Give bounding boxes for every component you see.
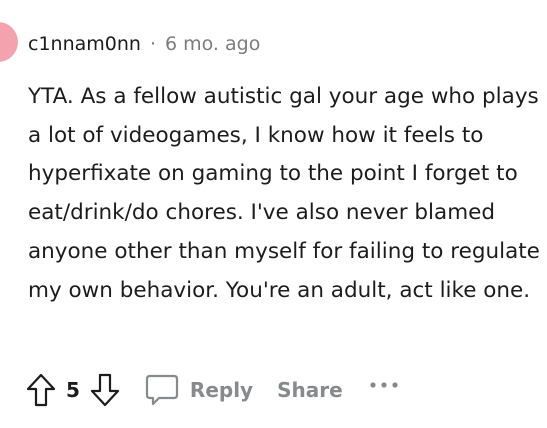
upvote-button[interactable] [24, 370, 58, 410]
avatar[interactable] [0, 22, 18, 62]
share-button[interactable]: Share [277, 378, 343, 402]
author-username[interactable]: c1nnam0nn [28, 33, 141, 55]
comment-meta: c1nnam0nn · 6 mo. ago [28, 30, 260, 58]
vote-count: 5 [66, 378, 80, 402]
reply-label: Reply [189, 378, 254, 402]
comment-body: YTA. As a fellow autistic gal your age w… [28, 84, 540, 303]
comment-timestamp[interactable]: 6 mo. ago [165, 33, 260, 55]
arrow-up-icon [26, 373, 56, 407]
more-options-button[interactable] [369, 365, 399, 405]
comment-actions: 5 Reply Share [24, 368, 399, 412]
downvote-button[interactable] [88, 370, 122, 410]
reply-button[interactable]: Reply [144, 372, 253, 408]
meta-separator: · [149, 33, 156, 55]
speech-bubble-icon [144, 372, 180, 408]
arrow-down-icon [90, 373, 120, 407]
comment: c1nnam0nn · 6 mo. ago YTA. As a fellow a… [0, 0, 547, 428]
ellipsis-icon [370, 382, 398, 388]
